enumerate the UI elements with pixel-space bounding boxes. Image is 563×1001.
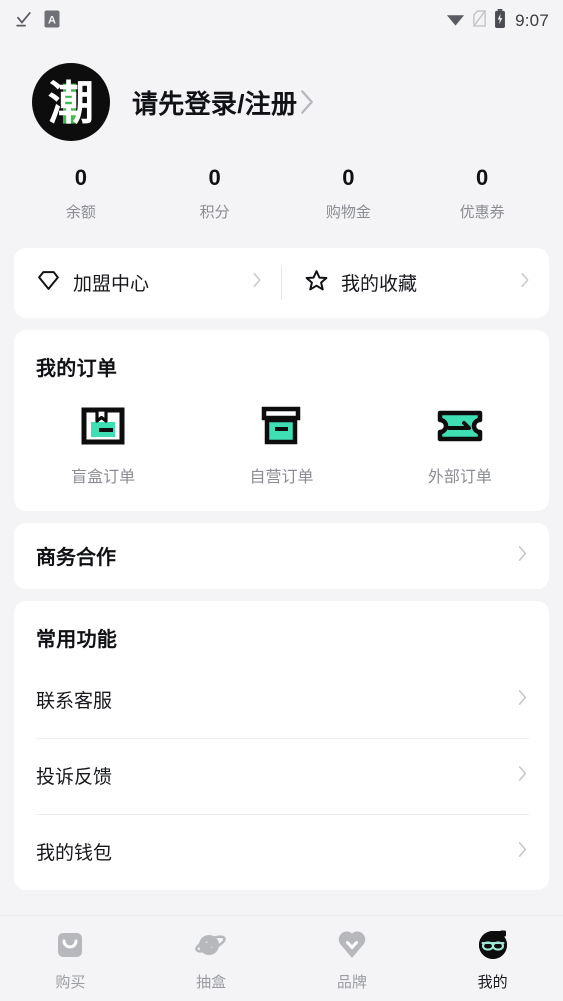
order-blind-box[interactable]: 盲盒订单 (14, 403, 192, 487)
common-functions-card: 常用功能 联系客服 投诉反馈 我的钱包 (14, 600, 549, 890)
list-item-label: 联系客服 (36, 691, 113, 712)
list-item-label: 我的钱包 (36, 843, 113, 864)
login-register-button[interactable]: 请先登录/注册 (132, 84, 315, 121)
common-function-complaint-feedback[interactable]: 投诉反馈 (14, 737, 549, 814)
stat-points[interactable]: 0 积分 (148, 164, 282, 222)
order-self-operated[interactable]: 自营订单 (192, 403, 370, 487)
stat-value: 0 (476, 165, 489, 190)
status-bar-left-icons: A (14, 9, 60, 33)
quick-links-row: 加盟中心 我的收藏 (14, 248, 549, 318)
chevron-right-icon (519, 271, 531, 294)
common-functions-title: 常用功能 (36, 628, 118, 651)
list-item-label: 投诉反馈 (36, 767, 113, 788)
no-sim-icon (472, 10, 487, 32)
battery-charging-icon (494, 9, 506, 33)
tab-purchase[interactable]: 购买 (0, 926, 141, 992)
chevron-right-icon (299, 89, 315, 115)
order-label: 盲盒订单 (71, 468, 136, 486)
chevron-right-icon (516, 688, 529, 712)
quick-link-my-favorites[interactable]: 我的收藏 (282, 248, 549, 318)
quick-link-label: 我的收藏 (341, 274, 418, 295)
quick-link-franchise-center[interactable]: 加盟中心 (14, 248, 281, 318)
wifi-icon (446, 11, 465, 32)
quick-link-label: 加盟中心 (73, 274, 150, 295)
stat-coupons[interactable]: 0 优惠券 (415, 164, 549, 222)
svg-text:A: A (48, 14, 56, 26)
profile-glasses-icon (476, 926, 510, 964)
order-label: 自营订单 (249, 468, 314, 486)
bottom-tab-bar: 购买 抽盒 品牌 我的 (0, 915, 563, 1001)
business-cooperation-card: 商务合作 (14, 522, 549, 589)
status-bar-clock: 9:07 (515, 11, 549, 30)
login-register-label: 请先登录/注册 (132, 88, 298, 119)
my-orders-card: 我的订单 盲盒订单 自营订单 外部订单 (14, 329, 549, 511)
tab-label: 品牌 (336, 973, 367, 991)
order-external[interactable]: 外部订单 (371, 403, 549, 487)
package-box-icon (80, 403, 126, 449)
common-function-contact-service[interactable]: 联系客服 (14, 662, 549, 738)
download-complete-icon (14, 9, 33, 33)
common-function-my-wallet[interactable]: 我的钱包 (14, 813, 549, 890)
stat-shopping-money[interactable]: 0 购物金 (282, 164, 416, 222)
app-screen: A 9:07 潮 请先登录/注册 0 余额 0 积分 0 购物金 0 优惠券 加… (0, 0, 563, 1001)
my-orders-row: 盲盒订单 自营订单 外部订单 (14, 381, 549, 511)
stats-row: 0 余额 0 积分 0 购物金 0 优惠券 (0, 142, 563, 248)
status-bar: A 9:07 (0, 0, 563, 42)
business-cooperation-row[interactable]: 商务合作 (14, 523, 549, 589)
chevron-right-icon (516, 764, 529, 788)
chevron-right-icon (516, 840, 529, 864)
chevron-right-icon (251, 271, 263, 294)
ticket-icon (436, 403, 484, 449)
tab-brand[interactable]: 品牌 (282, 926, 423, 992)
status-bar-right-icons: 9:07 (446, 9, 549, 33)
shopping-bag-icon (54, 926, 86, 964)
brand-pin-icon (336, 926, 368, 964)
tab-label: 我的 (477, 973, 508, 991)
app-badge-a-icon: A (44, 10, 60, 33)
archive-box-icon (259, 403, 303, 449)
stat-value: 0 (74, 165, 87, 190)
diamond-icon (36, 268, 61, 298)
chevron-right-icon (516, 544, 529, 568)
stat-balance[interactable]: 0 余额 (14, 164, 148, 222)
page-body: 潮 请先登录/注册 0 余额 0 积分 0 购物金 0 优惠券 加盟中心 我的收… (0, 42, 563, 915)
quick-links-card: 加盟中心 我的收藏 (14, 247, 549, 318)
stat-label: 购物金 (325, 203, 371, 221)
stat-value: 0 (208, 165, 221, 190)
order-label: 外部订单 (427, 468, 492, 486)
stat-label: 积分 (199, 203, 230, 221)
avatar[interactable]: 潮 (32, 63, 110, 141)
star-icon (304, 268, 329, 298)
tab-label: 抽盒 (196, 973, 227, 991)
stat-label: 余额 (65, 203, 96, 221)
tab-label: 购买 (55, 973, 86, 991)
avatar-logo-char: 潮 (48, 76, 94, 130)
my-orders-title: 我的订单 (36, 357, 118, 380)
business-cooperation-label: 商务合作 (36, 547, 116, 569)
tab-mine[interactable]: 我的 (422, 926, 563, 992)
profile-header[interactable]: 潮 请先登录/注册 (0, 42, 563, 142)
tab-draw-box[interactable]: 抽盒 (141, 926, 282, 992)
stat-value: 0 (342, 165, 355, 190)
planet-icon (194, 926, 228, 964)
stat-label: 优惠券 (459, 203, 505, 221)
